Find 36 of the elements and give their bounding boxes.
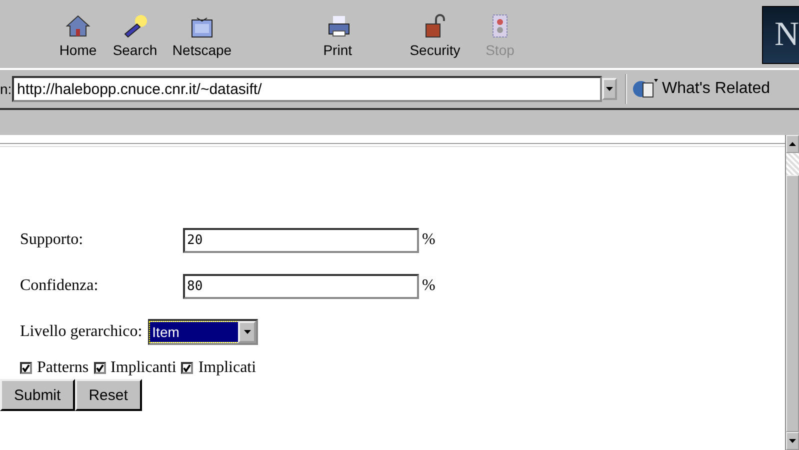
location-label: n: (0, 81, 12, 97)
url-field[interactable]: http://halebopp.cnuce.cnr.it/~datasift/ (12, 76, 602, 102)
number-field[interactable]: 20 (183, 228, 419, 252)
checkbox[interactable] (94, 362, 106, 374)
scrollbar[interactable] (785, 135, 799, 450)
checkbox-label: Patterns (37, 359, 89, 377)
caret-icon (606, 87, 613, 91)
toolbar-button[interactable]: Search (106, 0, 164, 64)
number-field[interactable]: 80 (183, 274, 419, 298)
checkbox-label: Implicanti (110, 359, 176, 377)
field-label: Supporto: (20, 231, 84, 249)
up-arrow-icon (789, 142, 796, 146)
form-button[interactable]: Reset (74, 379, 142, 411)
toolbar-button[interactable]: Netscape (164, 0, 240, 64)
field-label: Confidenza: (20, 277, 100, 295)
down-arrow-icon (789, 439, 796, 443)
printer-icon (326, 14, 352, 38)
scroll-thumb[interactable] (786, 153, 799, 175)
caret-icon (244, 330, 251, 334)
unit-label: % (422, 277, 436, 295)
checkbox[interactable] (20, 362, 32, 374)
toolbar-button[interactable]: Print (240, 0, 400, 64)
globe-documents-icon (633, 78, 659, 100)
checkbox-label: Implicati (198, 359, 256, 377)
select-label: Livello gerarchico: (20, 323, 142, 341)
form-button[interactable]: Submit (0, 379, 75, 411)
dropdown-button[interactable] (602, 78, 617, 100)
browser-logo: N (762, 6, 799, 64)
whats-related-button[interactable]: What's Related (625, 74, 770, 104)
toolbar-button[interactable]: Home (50, 0, 106, 64)
flashlight-icon (122, 14, 148, 38)
level-select[interactable]: Item (148, 319, 258, 345)
toolbar-button[interactable]: Security (400, 0, 470, 64)
unit-label: % (422, 231, 436, 249)
checkbox[interactable] (181, 362, 194, 374)
house-icon (65, 14, 91, 38)
